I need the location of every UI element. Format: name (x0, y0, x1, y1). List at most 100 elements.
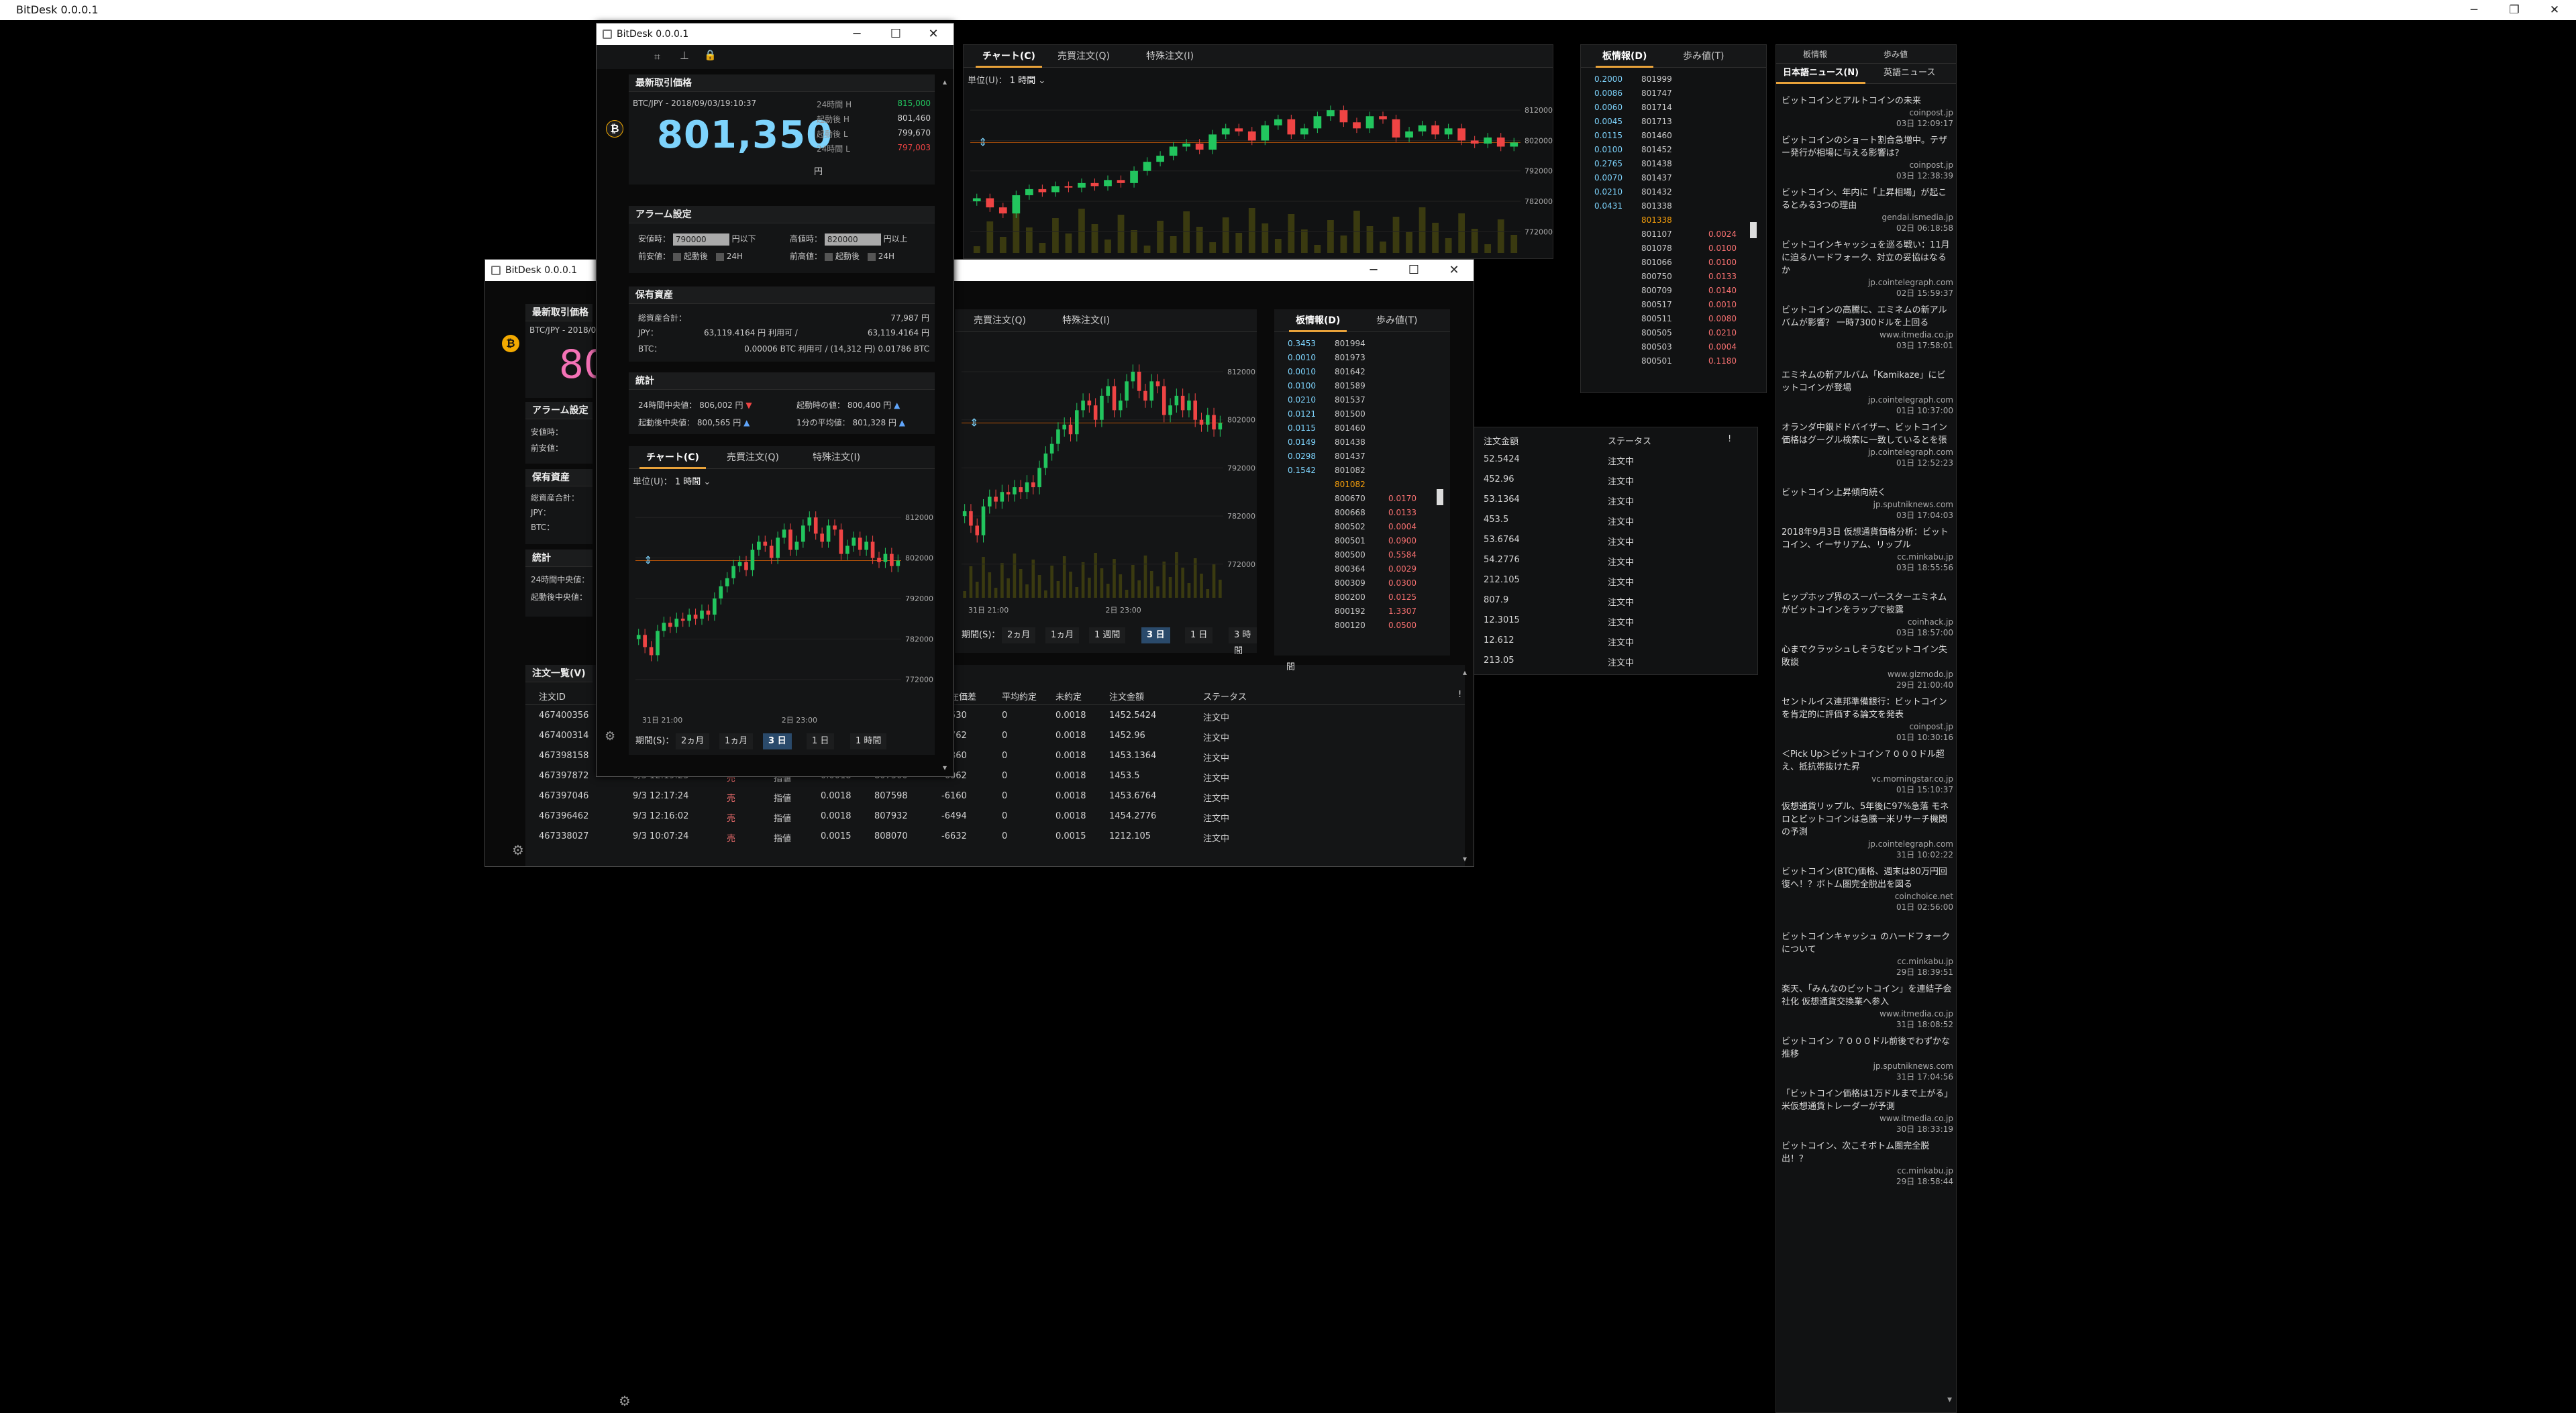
unit-select[interactable]: 単位(U)： 1 時間 ⌄ (633, 474, 711, 487)
news-item[interactable]: 仮想通貨リップル、5年後に97%急落 モネロとビットコインは急騰ー米リサーチ機関… (1782, 800, 1953, 860)
drag-handle-icon[interactable]: ⇕ (970, 416, 978, 429)
tab-trades[interactable]: 歩み値(T) (1370, 309, 1424, 332)
period-button[interactable]: 3 日 (763, 733, 792, 749)
settings-gear-icon[interactable]: ⚙ (605, 729, 615, 743)
drag-handle-icon[interactable]: ⇕ (643, 554, 652, 567)
period-button[interactable]: 2ヵ月 (1002, 627, 1036, 643)
scroll-down-icon[interactable]: ▾ (1947, 1394, 1952, 1405)
period-button[interactable]: 3 日 (1141, 627, 1170, 643)
table-row[interactable]: 467396462 9/3 12:16:02 売 指値 0.0018 807932 -649… (525, 807, 1458, 827)
prev-low-24h-checkbox[interactable] (715, 252, 724, 261)
news-item[interactable]: セントルイス連邦準備銀行：ビットコインを肯定的に評価する論文を発表 coinpos… (1782, 696, 1953, 743)
scroll-up-icon[interactable]: ▴ (943, 77, 947, 87)
news-item[interactable]: ＜Pick Up＞ビットコイン７０００ドル超え、抵抗帯抜けた昇 vc.mornin… (1782, 748, 1953, 795)
settings-gear-icon[interactable]: ⚙ (512, 842, 524, 858)
ticker-stat-value: 815,000 (897, 99, 931, 108)
news-item[interactable]: エミネムの新アルバム「Kamikaze」にビットコインが登場 jp.cointel… (1782, 369, 1953, 416)
table-cell: 1453.5 (1109, 771, 1140, 781)
table-row[interactable]: 467338027 9/3 10:07:24 売 指値 0.0015 808070 -663… (525, 827, 1458, 847)
news-item[interactable]: ビットコイン上昇傾向続く jp.sputniknews.com 03日 17:04:… (1782, 486, 1953, 521)
period-button[interactable]: 1 日 (807, 733, 835, 749)
grid-icon[interactable]: ⌗ (654, 50, 660, 64)
window2-maximize[interactable]: ☐ (1395, 260, 1433, 281)
high-price-input[interactable]: 820000 (824, 233, 881, 246)
news-item[interactable]: ビットコインキャッシュ のハードフォークについて cc.minkabu.jp 29日… (1782, 931, 1953, 978)
news-item[interactable]: ビットコイン ７０００ドル前後でわずかな推移 jp.sputniknews.com… (1782, 1035, 1953, 1082)
period-button[interactable]: 1 時間 (850, 733, 887, 749)
candle-body (693, 615, 698, 619)
news-title: ＜Pick Up＞ビットコイン７０００ドル超え、抵抗帯抜けた昇 (1782, 749, 1945, 772)
minimize-button[interactable]: ─ (2457, 0, 2491, 20)
scroll-down-icon[interactable]: ▾ (1463, 854, 1467, 863)
news-item[interactable]: 心までクラッシュしそうなビットコイン失敗談 www.gizmodo.jp 29日 2… (1782, 643, 1953, 690)
prev-high-24h-checkbox[interactable] (867, 252, 876, 261)
pin-icon[interactable]: ⊥ (680, 49, 689, 62)
front-close[interactable]: ✕ (915, 23, 952, 45)
tab-orders[interactable]: 売買注文(Q) (1051, 45, 1117, 68)
scroll-down-icon[interactable]: ▾ (943, 763, 947, 772)
period-button[interactable]: 1 日 (1185, 627, 1213, 643)
orderbook-ask-size: 0.1542 (1288, 466, 1316, 475)
tab-special-orders[interactable]: 特殊注文(I) (1139, 45, 1200, 68)
period-button[interactable]: 2ヵ月 (676, 733, 710, 749)
candle-body (896, 560, 900, 566)
orderbook-ask-size: 0.0070 (1594, 173, 1622, 182)
window2-close[interactable]: ✕ (1435, 260, 1473, 281)
news-item[interactable]: ビットコインのショート割合急増中。テザー発行が相場に与える影響は？ coinpos… (1782, 134, 1953, 181)
scrollbar-thumb[interactable] (1437, 489, 1443, 505)
tab-orderbook[interactable]: 板情報(D) (1596, 45, 1654, 68)
tab-chart[interactable]: チャート(C) (639, 446, 706, 469)
period-button[interactable]: 1ヵ月 (719, 733, 754, 749)
low-price-input[interactable]: 790000 (672, 233, 729, 246)
restore-button[interactable]: ❐ (2497, 0, 2531, 20)
news-item[interactable]: オランダ中銀ドドバイザー、ビットコイン価格はグーグル検索に一致しているとを張 jp… (1782, 421, 1953, 468)
tab-chart[interactable]: チャート(C) (976, 45, 1042, 68)
tab-special-orders[interactable]: 特殊注文(I) (1055, 309, 1117, 332)
lock-icon[interactable]: 🔒 (704, 49, 717, 61)
tab-news-jp[interactable]: 日本語ニュース(N) (1776, 64, 1866, 84)
scroll-up-icon[interactable]: ▴ (1463, 668, 1467, 677)
tab-special-orders[interactable]: 特殊注文(I) (806, 446, 867, 469)
period-button[interactable]: 3 時間 (1229, 627, 1257, 656)
drag-handle-icon[interactable]: ⇕ (978, 136, 987, 148)
news-item[interactable]: ビットコインとアルトコインの未来 coinpost.jp 03日 12:09:17 (1782, 95, 1953, 129)
front-maximize[interactable]: ☐ (877, 23, 915, 45)
prev-low-startup-checkbox[interactable] (672, 252, 681, 261)
tab-board[interactable]: 板情報 (1796, 45, 1834, 64)
news-item[interactable]: ビットコイン(BTC)価格、週末は80万円回復へ！？ボトム圏完全脱出を図る coi… (1782, 866, 1953, 912)
low-unit: 円以下 (731, 234, 756, 244)
order-status-cell: 注文中 (1608, 578, 1635, 588)
close-button[interactable]: ✕ (2538, 0, 2571, 20)
candle-body (1339, 110, 1348, 123)
orderbook-bid-size: 0.0029 (1388, 564, 1416, 574)
scrollbar-thumb[interactable] (1750, 222, 1757, 238)
bg-unit-select[interactable]: 単位(U)： 1 時間 ⌄ (968, 73, 1045, 86)
period-button[interactable]: 1 週間 (1089, 627, 1126, 643)
candle-body (1119, 401, 1123, 411)
settings-gear-icon[interactable]: ⚙ (619, 1393, 631, 1409)
tab-news-en[interactable]: 英語ニュース (1877, 64, 1942, 84)
news-item[interactable]: ビットコイン、年内に「上昇相場」が起こるとみる3つの理由 gendai.ismed… (1782, 187, 1953, 233)
window2-minimize[interactable]: ─ (1355, 260, 1392, 281)
tab-trades[interactable]: 歩み値(T) (1676, 45, 1731, 68)
tab-orders[interactable]: 売買注文(Q) (967, 309, 1033, 332)
orderbook-bid-price: 800517 (1641, 300, 1672, 309)
news-item[interactable]: ビットコインキャッシュを巡る戦い：11月に迫るハードフォーク、対立の妥協はなるか… (1782, 239, 1953, 299)
prev-high-startup-checkbox[interactable] (824, 252, 833, 261)
news-item[interactable]: ヒップホップ界のスーパースターエミネムがビットコインをラップで披露 coinhac… (1782, 591, 1953, 638)
tab-orders[interactable]: 売買注文(Q) (720, 446, 786, 469)
alarm-heading: アラーム設定 (629, 206, 935, 223)
tab-ticks[interactable]: 歩み値 (1877, 45, 1914, 64)
news-item[interactable]: ビットコイン、次こそボトム圏完全脱出！？ cc.minkabu.jp 29日 18:… (1782, 1140, 1953, 1187)
news-item[interactable]: 「ビットコイン価格は1万ドルまで上がる」米仮想通貨トレーダーが予測 www.itm… (1782, 1088, 1953, 1135)
news-item[interactable]: ビットコインの高騰に、エミネムの新アルバムが影響？ 一時7300ドルを上回る ww… (1782, 304, 1953, 351)
table-cell: 467396462 (539, 811, 589, 821)
y-tick-label: 772000 (905, 676, 933, 684)
orderbook-bid-price: 800200 (1335, 592, 1366, 602)
news-item[interactable]: 楽天、「みんなのビットコイン」を連結子会社化 仮想通貨交換業へ参入 www.itm… (1782, 983, 1953, 1030)
front-minimize[interactable]: ─ (838, 23, 876, 45)
news-item[interactable]: 2018年9月3日 仮想通貨価格分析：ビットコイン、イーサリアム、リップル cc.… (1782, 526, 1953, 573)
tab-orderbook[interactable]: 板情報(D) (1289, 309, 1347, 332)
table-row[interactable]: 467397046 9/3 12:17:24 売 指値 0.0018 807598 -616… (525, 787, 1458, 807)
period-button[interactable]: 1ヵ月 (1045, 627, 1080, 643)
